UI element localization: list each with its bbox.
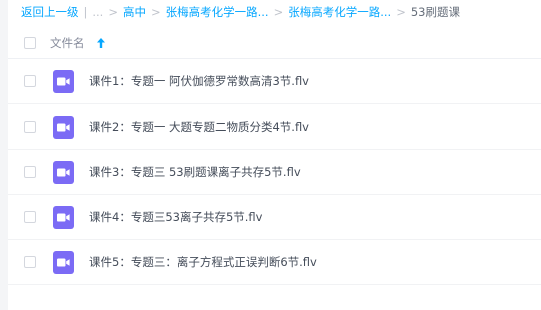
row-checkbox[interactable] [24,166,36,178]
video-icon [53,206,74,229]
sort-ascending-icon[interactable] [96,37,106,49]
breadcrumb-bar-separator: | [83,5,88,19]
video-icon [53,116,74,139]
file-list-header: 文件名 [8,28,541,59]
row-checkbox[interactable] [24,121,36,133]
back-link[interactable]: 返回上一级 [21,4,79,20]
list-item[interactable]: 课件3：专题三 53刷题课离子共存5节.flv [8,150,541,195]
video-icon [53,70,74,93]
breadcrumb-ellipsis[interactable]: ... [92,4,103,20]
file-name[interactable]: 课件1：专题一 阿伏伽德罗常数高清3节.flv [89,73,309,89]
breadcrumb-separator: > [273,5,284,19]
row-checkbox[interactable] [24,211,36,223]
breadcrumb: 返回上一级 |... > 高中 > 张梅高考化学一路... > 张梅高考化学一路... >53刷… [21,4,460,20]
file-name[interactable]: 课件5：专题三：离子方程式正误判断6节.flv [89,254,317,270]
file-name[interactable]: 课件4：专题三53离子共存5节.flv [89,209,262,225]
select-all-checkbox[interactable] [24,37,36,49]
breadcrumb-separator: > [150,5,161,19]
video-icon [53,251,74,274]
breadcrumb-link-high-school[interactable]: 高中 [123,4,146,20]
list-item[interactable]: 课件5：专题三：离子方程式正误判断6节.flv [8,240,541,285]
list-item[interactable]: 课件1：专题一 阿伏伽德罗常数高清3节.flv [8,59,541,104]
breadcrumb-separator: > [108,5,118,19]
left-gutter [0,0,8,310]
file-name[interactable]: 课件3：专题三 53刷题课离子共存5节.flv [89,164,301,180]
breadcrumb-separator: > [396,5,406,19]
breadcrumb-link-folder-2[interactable]: 张梅高考化学一路... [288,4,391,20]
list-item[interactable]: 课件4：专题三53离子共存5节.flv [8,195,541,240]
breadcrumb-link-folder-1[interactable]: 张梅高考化学一路... [166,4,269,20]
column-name-header[interactable]: 文件名 [50,35,85,51]
breadcrumb-current: 53刷题课 [410,5,460,19]
file-name[interactable]: 课件2：专题一 大题专题二物质分类4节.flv [89,119,309,135]
list-item[interactable]: 课件2：专题一 大题专题二物质分类4节.flv [8,105,541,150]
video-icon [53,161,74,184]
row-checkbox[interactable] [24,256,36,268]
row-checkbox[interactable] [24,75,36,87]
